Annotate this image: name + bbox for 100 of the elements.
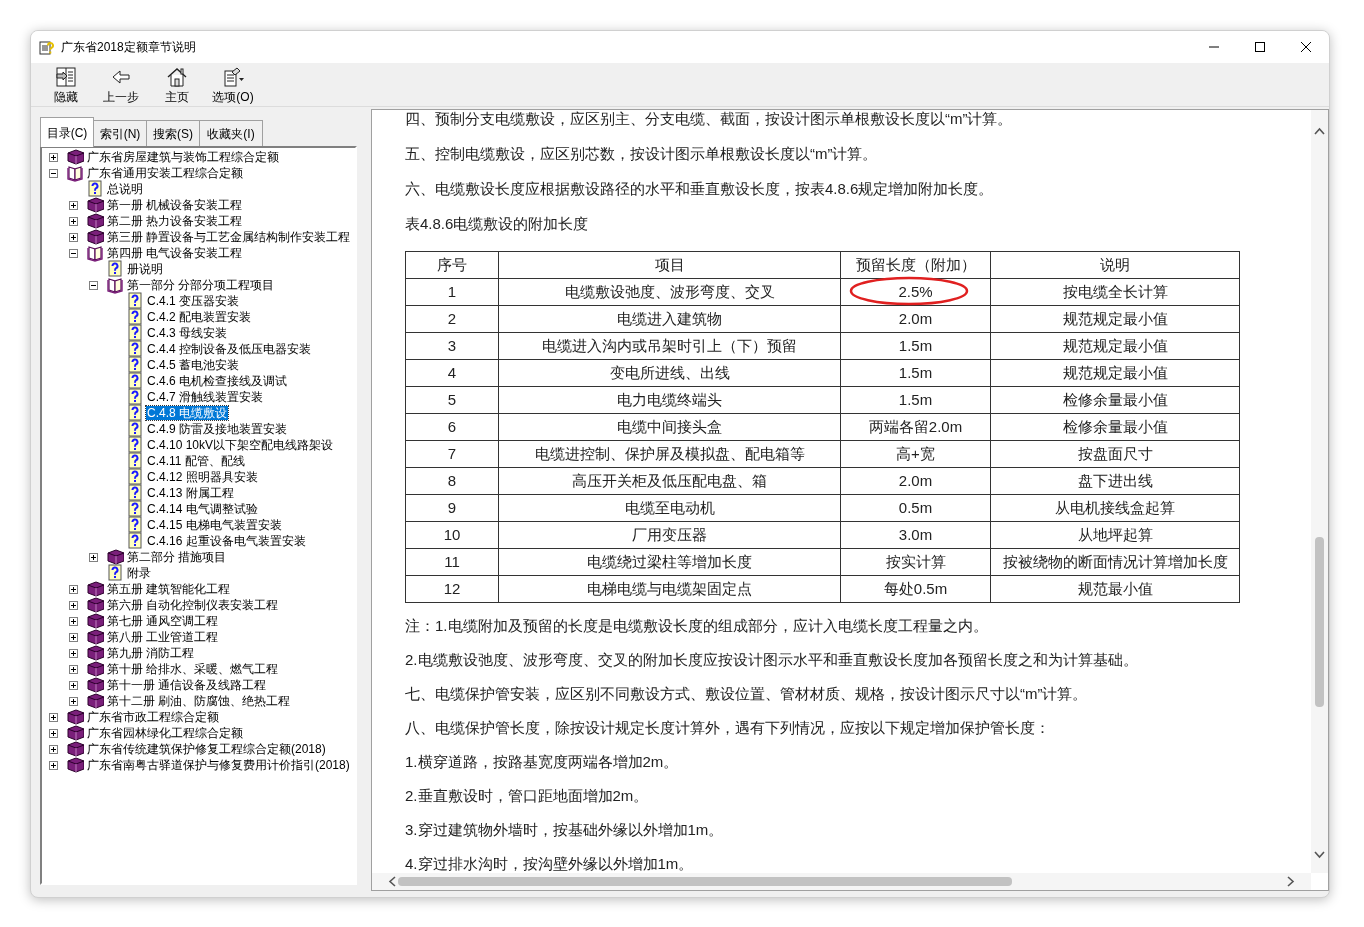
vertical-scrollbar[interactable]: [1311, 110, 1328, 873]
tree-item[interactable]: 第三册 静置设备与工艺金属结构制作安装工程: [106, 230, 352, 244]
tree-item[interactable]: 第二部分 措施项目: [126, 550, 228, 564]
expand-icon[interactable]: [69, 232, 78, 242]
toolbar-button[interactable]: 选项(O): [205, 63, 261, 105]
maximize-icon[interactable]: [1255, 42, 1265, 52]
expand-icon[interactable]: [49, 712, 58, 722]
scroll-down-icon[interactable]: [1314, 851, 1325, 859]
tree-item[interactable]: 第七册 通风空调工程: [106, 614, 220, 628]
tree-item[interactable]: 册说明: [126, 262, 164, 276]
expand-icon[interactable]: [69, 696, 78, 706]
tree-item[interactable]: 第十二册 刷油、防腐蚀、绝热工程: [106, 694, 292, 708]
collapse-icon[interactable]: [69, 248, 78, 258]
expand-icon[interactable]: [69, 584, 78, 594]
tree-item[interactable]: C.4.10 10kV以下架空配电线路架设: [146, 438, 335, 452]
tree-item[interactable]: 第二册 热力设备安装工程: [106, 214, 244, 228]
table-cell: 电梯电缆与电缆架固定点: [498, 575, 841, 603]
tree-item[interactable]: C.4.15 电梯电气装置安装: [146, 518, 283, 532]
paragraph: 3.穿过建筑物外墙时，按基础外缘以外增加1m。: [405, 820, 725, 840]
expand-icon[interactable]: [69, 600, 78, 610]
expand-icon[interactable]: [69, 200, 78, 210]
tree-item[interactable]: C.4.7 滑触线装置安装: [146, 390, 264, 404]
paragraph: 四、预制分支电缆敷设，应区别主、分支电缆、截面，按设计图示单根敷设长度以“m”计算。: [405, 110, 1014, 129]
scrollbar-thumb[interactable]: [398, 877, 1012, 886]
toolbar-button[interactable]: 主页: [155, 63, 199, 105]
expand-icon[interactable]: [89, 552, 98, 562]
collapse-icon[interactable]: [89, 280, 98, 290]
book-icon: [66, 756, 84, 774]
tree-item[interactable]: C.4.1 变压器安装: [146, 294, 240, 308]
tree-item[interactable]: 广东省房屋建筑与装饰工程综合定额: [86, 150, 280, 164]
column-header: 预留长度（附加）: [840, 251, 991, 279]
scroll-left-icon[interactable]: [388, 876, 396, 887]
tree-item[interactable]: 广东省南粤古驿道保护与修复费用计价指引(2018): [86, 758, 351, 772]
expand-icon[interactable]: [49, 152, 58, 162]
toolbar-button[interactable]: 隐藏: [45, 63, 87, 105]
book-icon: [86, 212, 104, 230]
tree-item[interactable]: 第一部分 分部分项工程项目: [126, 278, 276, 292]
help-page-icon: [126, 388, 144, 406]
tree-item[interactable]: 广东省传统建筑保护修复工程综合定额(2018): [86, 742, 327, 756]
scrollbar-thumb[interactable]: [1315, 537, 1324, 707]
tree-item[interactable]: 广东省通用安装工程综合定额: [86, 166, 244, 180]
table-cell: 检修余量最小值: [990, 413, 1240, 441]
tree-item[interactable]: 第十一册 通信设备及线路工程: [106, 678, 268, 692]
book-icon: [86, 196, 104, 214]
tree-item[interactable]: 第六册 自动化控制仪表安装工程: [106, 598, 280, 612]
tree-item[interactable]: C.4.2 配电装置安装: [146, 310, 252, 324]
tree-item[interactable]: C.4.14 电气调整试验: [146, 502, 259, 516]
table-cell: 变电所进线、出线: [498, 359, 841, 387]
tree-item[interactable]: C.4.5 蓄电池安装: [146, 358, 240, 372]
tree-item[interactable]: 第九册 消防工程: [106, 646, 196, 660]
expand-icon[interactable]: [49, 728, 58, 738]
column-header: 序号: [405, 251, 499, 279]
paragraph: 2.垂直敷设时，管口距地面增加2m。: [405, 786, 650, 806]
tree-item[interactable]: C.4.4 控制设备及低压电器安装: [146, 342, 312, 356]
tree-item[interactable]: C.4.13 附属工程: [146, 486, 235, 500]
tree-item[interactable]: 第四册 电气设备安装工程: [106, 246, 244, 260]
column-header: 项目: [498, 251, 841, 279]
book-icon: [66, 148, 84, 166]
tree-item[interactable]: 第五册 建筑智能化工程: [106, 582, 232, 596]
tree-item[interactable]: C.4.6 电机检查接线及调试: [146, 374, 288, 388]
collapse-icon[interactable]: [49, 168, 58, 178]
expand-icon[interactable]: [69, 664, 78, 674]
help-page-icon: [126, 372, 144, 390]
paragraph: 七、电缆保护管安装，应区别不同敷设方式、敷设位置、管材材质、规格，按设计图示尺寸以“m”计算。: [405, 684, 1089, 704]
tree-item[interactable]: C.4.11 配管、配线: [146, 454, 246, 468]
scroll-right-icon[interactable]: [1287, 876, 1295, 887]
expand-icon[interactable]: [49, 760, 58, 770]
help-page-icon: [126, 308, 144, 326]
book-icon: [86, 596, 104, 614]
expand-icon[interactable]: [69, 616, 78, 626]
expand-icon[interactable]: [69, 216, 78, 226]
expand-icon[interactable]: [49, 744, 58, 754]
tree-item[interactable]: 附录: [126, 566, 152, 580]
tree-item[interactable]: C.4.16 起重设备电气装置安装: [146, 534, 307, 548]
help-page-icon: [126, 468, 144, 486]
document-icon: [222, 66, 244, 88]
tree-item[interactable]: 广东省市政工程综合定额: [86, 710, 220, 724]
tree-item[interactable]: 第十册 给排水、采暖、燃气工程: [106, 662, 280, 676]
tree-item[interactable]: C.4.9 防雷及接地装置安装: [146, 422, 288, 436]
tab[interactable]: 收藏夹(I): [199, 120, 263, 146]
paragraph: 4.穿过排水沟时，按沟壁外缘以外增加1m。: [405, 854, 695, 873]
tree-item[interactable]: C.4.8 电缆敷设: [146, 406, 228, 420]
tree-item[interactable]: 第一册 机械设备安装工程: [106, 198, 244, 212]
horizontal-scrollbar[interactable]: [372, 873, 1311, 890]
expand-icon[interactable]: [69, 648, 78, 658]
tree-item[interactable]: C.4.3 母线安装: [146, 326, 228, 340]
scroll-up-icon[interactable]: [1314, 127, 1325, 135]
expand-icon[interactable]: [69, 680, 78, 690]
book-icon: [86, 612, 104, 630]
tab[interactable]: 目录(C): [40, 117, 94, 147]
tree-item[interactable]: C.4.12 照明器具安装: [146, 470, 259, 484]
close-icon[interactable]: [1301, 42, 1311, 52]
tree-item[interactable]: 总说明: [106, 182, 144, 196]
help-page-icon: [106, 260, 124, 278]
paragraph: 八、电缆保护管长度，除按设计规定长度计算外，遇有下列情况，应按以下规定增加保护管长度：: [405, 718, 1051, 738]
tree-item[interactable]: 第八册 工业管道工程: [106, 630, 220, 644]
tree-item[interactable]: 广东省园林绿化工程综合定额: [86, 726, 244, 740]
expand-icon[interactable]: [69, 632, 78, 642]
toolbar-button[interactable]: 上一步: [93, 63, 149, 105]
table-cell: 两端各留2.0m: [840, 413, 991, 441]
